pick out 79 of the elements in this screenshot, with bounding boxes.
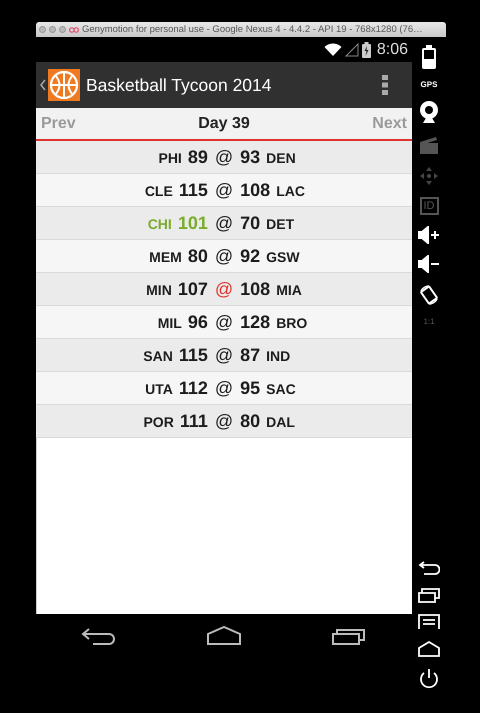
home-team: SAC <box>266 380 296 396</box>
at-symbol: @ <box>214 278 234 300</box>
home-score: 108 <box>240 278 270 300</box>
app-title: Basketball Tycoon 2014 <box>86 74 273 96</box>
game-row[interactable]: CHI 101 @ 70 DET <box>36 207 412 240</box>
menu-icon[interactable] <box>418 614 440 630</box>
at-symbol: @ <box>214 146 234 168</box>
home-score: 87 <box>240 344 260 366</box>
logo-icon <box>69 26 79 32</box>
home-team: BRO <box>276 314 308 330</box>
away-team: SAN <box>143 348 173 364</box>
away-team: MIN <box>146 282 172 298</box>
away-score: 115 <box>178 344 208 366</box>
home-team: DET <box>266 216 294 232</box>
volume-up-icon[interactable] <box>418 226 440 244</box>
home-score: 92 <box>240 246 260 266</box>
game-row[interactable]: MEM 80 @ 92 GSW <box>36 240 412 273</box>
away-score: 107 <box>178 278 208 300</box>
rotate-icon[interactable] <box>418 284 440 306</box>
back-icon[interactable] <box>80 626 117 646</box>
at-symbol: @ <box>214 246 234 266</box>
wifi-icon <box>324 42 342 56</box>
battery-icon[interactable] <box>422 45 436 69</box>
home-team: IND <box>266 348 290 364</box>
game-row[interactable]: SAN 115 @ 87 IND <box>36 339 412 372</box>
recent-apps-icon[interactable] <box>418 587 440 603</box>
home-icon[interactable] <box>206 626 242 646</box>
basketball-icon[interactable] <box>48 69 80 101</box>
away-team: MIL <box>158 314 182 330</box>
game-row[interactable]: CLE 115 @ 108 LAC <box>36 174 412 207</box>
away-score: 80 <box>188 246 208 266</box>
home-team: DAL <box>266 414 295 430</box>
home-score: 70 <box>240 212 260 234</box>
chevron-left-icon[interactable] <box>40 79 46 91</box>
home-team: LAC <box>276 182 305 198</box>
back-icon[interactable] <box>418 560 440 576</box>
home-team: GSW <box>266 248 300 264</box>
window-title: Genymotion for personal use - Google Nexus 4 - 4.4.2 - API 19 - 768x1280 (76… <box>82 24 423 35</box>
home-score: 93 <box>240 146 260 168</box>
home-score: 128 <box>240 312 270 332</box>
at-symbol: @ <box>214 344 234 366</box>
away-team: PHI <box>158 150 182 166</box>
home-score: 95 <box>240 378 260 398</box>
webcam-icon[interactable] <box>419 100 439 124</box>
game-row[interactable]: UTA 112 @ 95 SAC <box>36 372 412 405</box>
away-team: CLE <box>144 182 173 198</box>
at-symbol: @ <box>214 180 234 200</box>
away-score: 111 <box>180 410 208 432</box>
volume-down-icon[interactable] <box>418 255 440 273</box>
away-score: 112 <box>178 378 208 398</box>
game-row[interactable]: POR 111 @ 80 DAL <box>36 405 412 438</box>
home-score: 108 <box>240 180 270 200</box>
recent-apps-icon[interactable] <box>331 626 368 646</box>
power-icon[interactable] <box>418 668 440 690</box>
home-team: DEN <box>266 150 296 166</box>
away-score: 96 <box>188 312 208 332</box>
at-symbol: @ <box>214 212 234 234</box>
gps-button[interactable]: GPS <box>420 80 438 89</box>
signal-icon <box>344 42 359 56</box>
more-options-icon[interactable] <box>382 75 388 95</box>
home-team: MIA <box>276 282 302 298</box>
away-team: MEM <box>149 248 182 264</box>
at-symbol: @ <box>214 410 234 432</box>
away-score: 115 <box>178 180 208 200</box>
at-symbol: @ <box>214 378 234 398</box>
battery-icon <box>362 42 371 58</box>
away-team: CHI <box>148 216 172 232</box>
game-row[interactable]: MIN 107 @ 108 MIA <box>36 273 412 306</box>
day-title: Day 39 <box>198 114 250 132</box>
away-team: UTA <box>145 380 173 396</box>
away-team: POR <box>143 414 174 430</box>
away-score: 89 <box>188 146 208 168</box>
game-row[interactable]: PHI 89 @ 93 DEN <box>36 141 412 174</box>
home-score: 80 <box>240 410 260 432</box>
clapperboard-icon[interactable] <box>419 135 439 155</box>
clock-text: 8:06 <box>376 40 408 58</box>
game-row[interactable]: MIL 96 @ 128 BRO <box>36 306 412 339</box>
away-score: 101 <box>178 212 208 234</box>
at-symbol: @ <box>214 312 234 332</box>
